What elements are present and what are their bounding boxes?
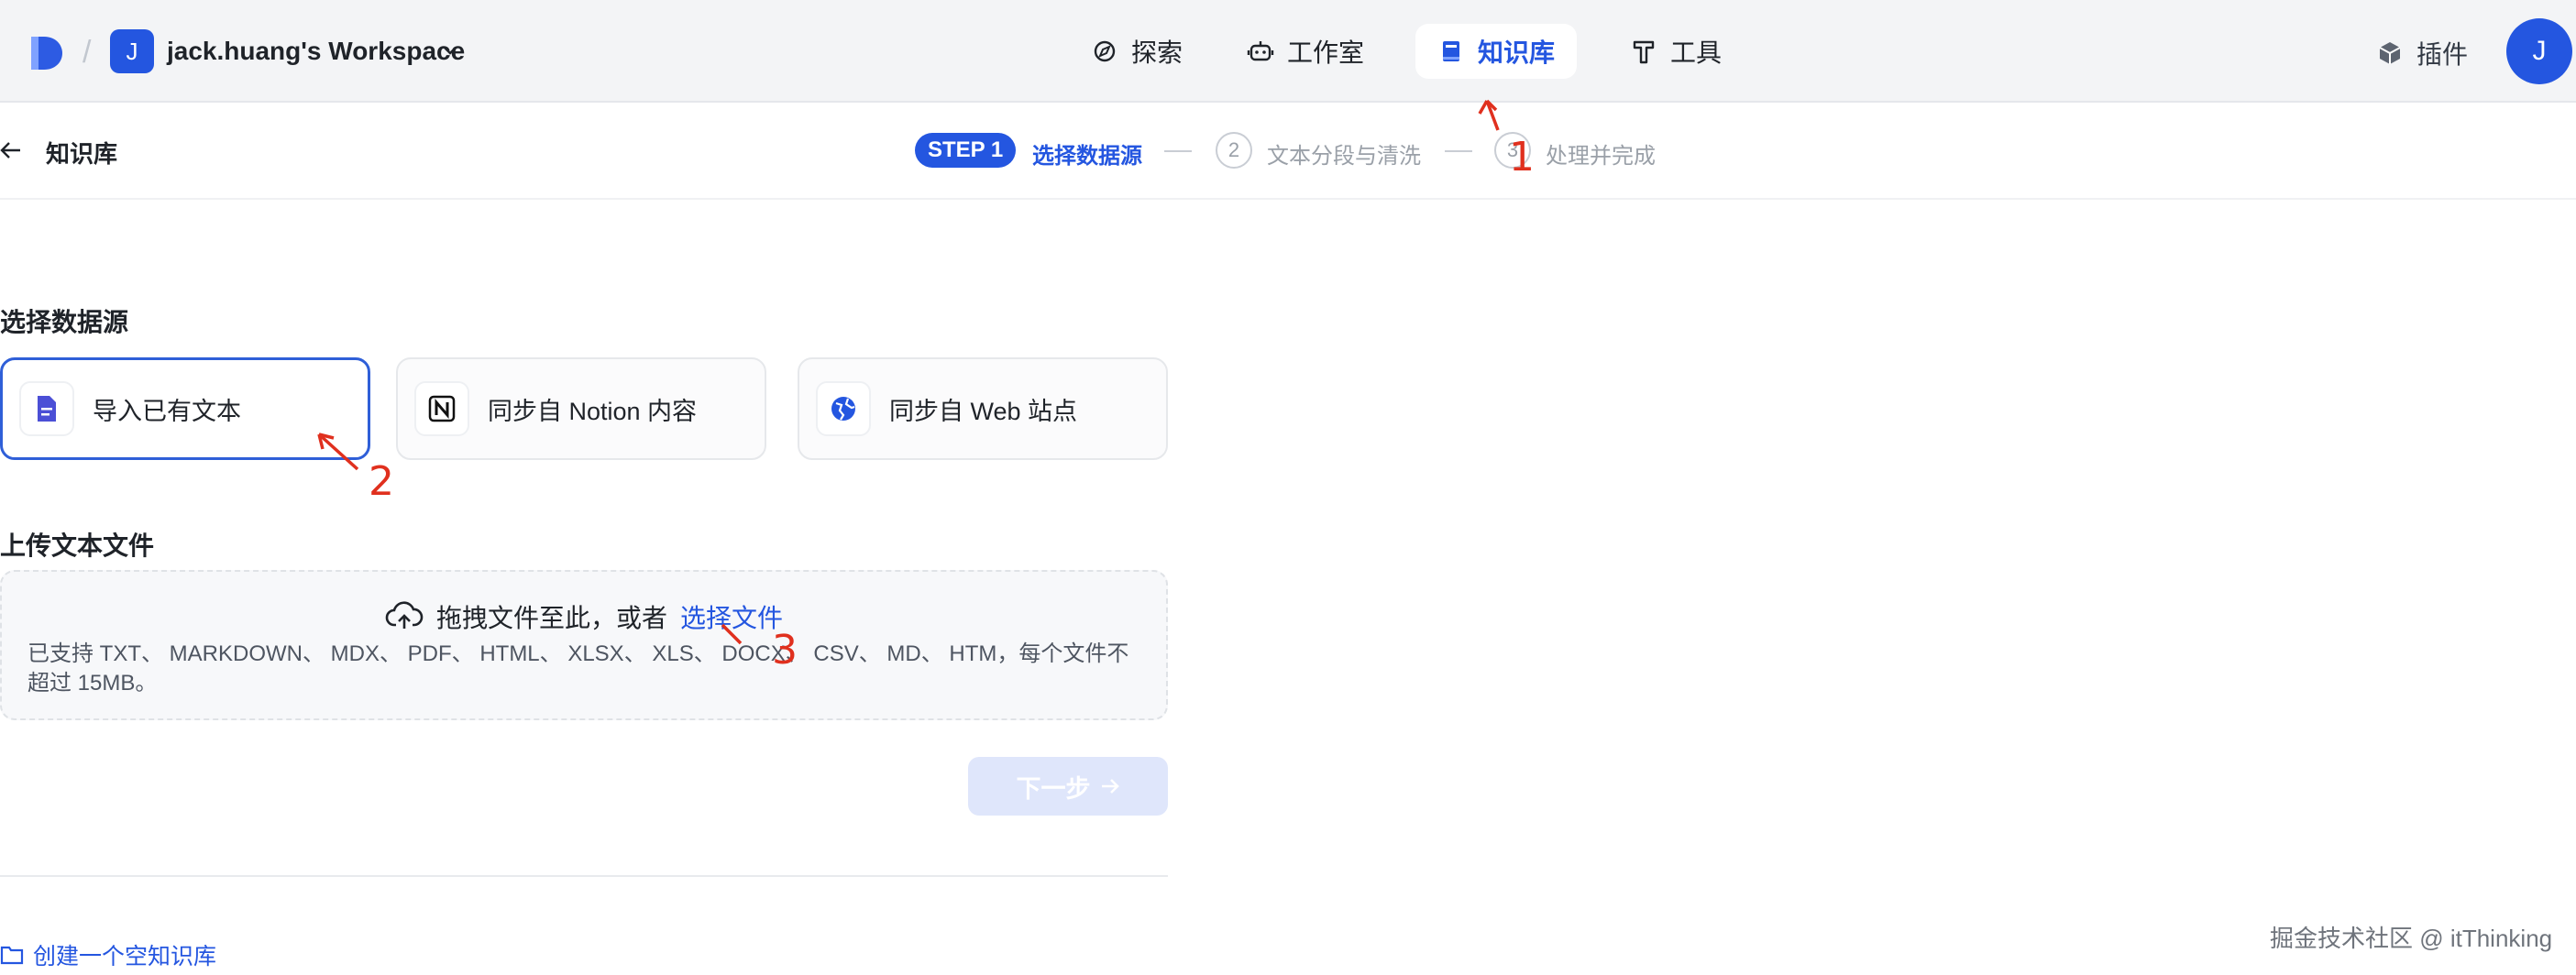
nav-tab-label: 工作室 bbox=[1287, 38, 1365, 67]
app-logo-icon[interactable] bbox=[28, 33, 64, 71]
workspace-avatar[interactable]: J bbox=[110, 29, 154, 73]
card-icon-wrap bbox=[414, 381, 469, 436]
step-2-label: 文本分段与清洗 bbox=[1267, 144, 1421, 169]
card-label: 同步自 Notion 内容 bbox=[488, 397, 698, 425]
create-empty-knowledge-link[interactable]: 创建一个空知识库 bbox=[0, 938, 216, 971]
card-icon-wrap bbox=[816, 381, 871, 436]
step-3-label: 处理并完成 bbox=[1546, 144, 1656, 169]
datasource-card-notion[interactable]: 同步自 Notion 内容 bbox=[396, 357, 766, 460]
plugin-button[interactable]: 插件 bbox=[2376, 35, 2468, 71]
nav-tab-studio[interactable]: 工作室 bbox=[1225, 24, 1386, 79]
step-connector bbox=[1445, 150, 1472, 152]
arrow-right-icon bbox=[1101, 779, 1119, 794]
select-file-link[interactable]: 选择文件 bbox=[680, 598, 783, 635]
card-label: 同步自 Web 站点 bbox=[889, 397, 1078, 425]
folder-icon bbox=[0, 946, 24, 965]
nav-tab-label: 探索 bbox=[1131, 38, 1183, 67]
annotation-number-2: 2 bbox=[369, 458, 394, 505]
step-connector bbox=[1164, 150, 1192, 152]
globe-icon bbox=[831, 397, 855, 421]
supported-formats-hint: 已支持 TXT、 MARKDOWN、 MDX、 PDF、 HTML、 XLSX、… bbox=[28, 641, 1129, 696]
annotation-number-3: 3 bbox=[772, 627, 798, 674]
dropzone-main-line: 拖拽文件至此，或者 选择文件 bbox=[385, 597, 783, 636]
step-1-label: 选择数据源 bbox=[1032, 144, 1142, 169]
step-1-badge: STEP 1 bbox=[915, 133, 1017, 168]
notion-icon bbox=[428, 395, 456, 422]
chevron-down-icon[interactable] bbox=[442, 42, 458, 59]
next-step-button[interactable]: 下一步 bbox=[968, 757, 1168, 816]
hammer-icon bbox=[1633, 40, 1655, 64]
nav-tab-label: 工具 bbox=[1670, 38, 1723, 67]
upload-title: 上传文本文件 bbox=[0, 531, 155, 560]
file-dropzone[interactable]: 拖拽文件至此，或者 选择文件 已支持 TXT、 MARKDOWN、 MDX、 P… bbox=[0, 570, 1168, 720]
datasource-card-import-text[interactable]: 导入已有文本 bbox=[0, 357, 370, 460]
page-title: 知识库 bbox=[46, 140, 118, 168]
user-avatar[interactable]: J bbox=[2506, 18, 2572, 84]
card-label: 导入已有文本 bbox=[93, 397, 241, 425]
datasource-title: 选择数据源 bbox=[0, 308, 129, 336]
nav-tab-knowledge[interactable]: 知识库 bbox=[1415, 24, 1578, 79]
plugin-label: 插件 bbox=[2416, 40, 2469, 69]
robot-icon bbox=[1247, 41, 1274, 61]
explore-icon bbox=[1094, 40, 1116, 62]
cube-icon bbox=[2379, 42, 2401, 64]
nav-tab-tools[interactable]: 工具 bbox=[1608, 24, 1744, 79]
workspace-name[interactable]: jack.huang's Workspace bbox=[167, 37, 465, 66]
nav-tab-explore[interactable]: 探索 bbox=[1069, 24, 1205, 79]
create-empty-label: 创建一个空知识库 bbox=[33, 944, 217, 970]
dropzone-text: 拖拽文件至此，或者 bbox=[436, 604, 668, 632]
back-arrow-icon[interactable] bbox=[0, 139, 22, 161]
annotation-number-1: 1 bbox=[1509, 134, 1535, 181]
next-step-label: 下一步 bbox=[1016, 774, 1091, 803]
step-2-badge: 2 bbox=[1216, 132, 1252, 169]
section-divider bbox=[0, 875, 1168, 877]
page-header: 知识库 STEP 1 选择数据源 2 文本分段与清洗 3 处理并完成 bbox=[0, 103, 2576, 200]
card-icon-wrap bbox=[19, 381, 74, 436]
nav-tab-label: 知识库 bbox=[1478, 38, 1556, 67]
book-icon bbox=[1443, 41, 1459, 61]
document-icon bbox=[38, 396, 56, 422]
cloud-upload-icon bbox=[385, 601, 424, 629]
breadcrumb-separator: / bbox=[83, 35, 92, 70]
watermark: 掘金技术社区 @ itThinking bbox=[2270, 925, 2553, 952]
datasource-card-web[interactable]: 同步自 Web 站点 bbox=[798, 357, 1168, 460]
top-navigation-bar: / J jack.huang's Workspace 探索 工作室 知识库 工具… bbox=[0, 0, 2576, 103]
